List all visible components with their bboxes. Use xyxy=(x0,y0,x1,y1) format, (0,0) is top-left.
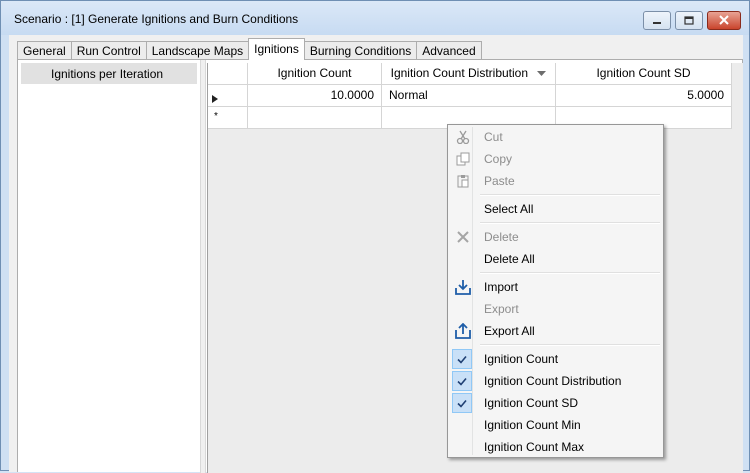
paste-icon xyxy=(453,171,473,191)
cell-ignition-count-distribution[interactable]: Normal xyxy=(382,85,556,107)
menu-item-delete[interactable]: Delete xyxy=(450,226,661,248)
column-header-label: Ignition Count xyxy=(277,66,352,80)
export-icon xyxy=(453,321,473,341)
menu-separator xyxy=(480,272,660,274)
new-row-header[interactable]: * xyxy=(208,107,248,129)
menu-item-copy[interactable]: Copy xyxy=(450,148,661,170)
menu-item-paste[interactable]: Paste xyxy=(450,170,661,192)
scissors-icon xyxy=(453,127,473,147)
tab-landscape-maps[interactable]: Landscape Maps xyxy=(145,41,250,60)
cell-value: 10.0000 xyxy=(330,88,374,102)
menu-item-label: Ignition Count xyxy=(484,352,559,366)
menu-item-label: Delete All xyxy=(484,252,535,266)
close-button[interactable] xyxy=(707,11,741,30)
menu-item-column-ignition-count-distribution[interactable]: Ignition Count Distribution xyxy=(450,370,661,392)
menu-item-cut[interactable]: Cut xyxy=(450,126,661,148)
sort-dropdown-icon[interactable] xyxy=(537,63,547,84)
menu-item-delete-all[interactable]: Delete All xyxy=(450,248,661,270)
column-header-label: Ignition Count Distribution xyxy=(390,66,529,80)
menu-item-label: Ignition Count Min xyxy=(484,418,581,432)
menu-item-label: Import xyxy=(484,280,519,294)
menu-item-export[interactable]: Export xyxy=(450,298,661,320)
checkmark-icon xyxy=(452,393,472,413)
copy-icon xyxy=(453,149,473,169)
menu-item-label: Export All xyxy=(484,324,535,338)
tab-strip: General Run Control Landscape Maps Ignit… xyxy=(17,38,482,60)
grid-corner-header[interactable] xyxy=(208,63,248,85)
menu-item-label: Export xyxy=(484,302,519,316)
menu-separator xyxy=(480,194,660,196)
new-row-cell-ignition-count[interactable] xyxy=(248,107,382,129)
tab-burning-conditions[interactable]: Burning Conditions xyxy=(303,41,418,60)
title-bar[interactable]: Scenario : [1] Generate Ignitions and Bu… xyxy=(1,1,749,35)
context-menu: Cut Copy Paste Select All Delete Delete … xyxy=(447,124,664,458)
menu-item-label: Paste xyxy=(484,174,515,188)
column-header-ignition-count-sd[interactable]: Ignition Count SD xyxy=(556,63,732,85)
menu-separator xyxy=(480,222,660,224)
left-list-item-label: Ignitions per Iteration xyxy=(51,67,164,81)
delete-x-icon xyxy=(453,227,473,247)
close-icon xyxy=(719,14,729,28)
column-header-ignition-count-distribution[interactable]: Ignition Count Distribution xyxy=(382,63,556,85)
menu-item-export-all[interactable]: Export All xyxy=(450,320,661,342)
cell-value: Normal xyxy=(389,88,428,102)
current-row-arrow-icon xyxy=(212,92,218,106)
checkmark-icon xyxy=(452,349,472,369)
menu-item-label: Delete xyxy=(484,230,519,244)
menu-item-label: Ignition Count Max xyxy=(484,440,585,454)
menu-item-label: Cut xyxy=(484,130,503,144)
minimize-icon xyxy=(652,14,662,28)
menu-item-column-ignition-count-min[interactable]: Ignition Count Min xyxy=(450,414,661,436)
menu-item-label: Ignition Count SD xyxy=(484,396,579,410)
cell-value: 5.0000 xyxy=(687,88,724,102)
left-list-item-ignitions-per-iteration[interactable]: Ignitions per Iteration xyxy=(21,63,197,84)
import-icon xyxy=(453,277,473,297)
menu-item-column-ignition-count-max[interactable]: Ignition Count Max xyxy=(450,436,661,458)
menu-item-select-all[interactable]: Select All xyxy=(450,198,661,220)
tab-general[interactable]: General xyxy=(17,41,72,60)
minimize-button[interactable] xyxy=(643,11,671,30)
checkmark-icon xyxy=(452,371,472,391)
window-title: Scenario : [1] Generate Ignitions and Bu… xyxy=(14,12,299,26)
new-row-marker: * xyxy=(214,111,218,122)
column-header-label: Ignition Count SD xyxy=(596,66,691,80)
menu-item-column-ignition-count[interactable]: Ignition Count xyxy=(450,348,661,370)
tab-ignitions[interactable]: Ignitions xyxy=(248,38,305,60)
maximize-icon xyxy=(684,14,694,28)
menu-item-label: Select All xyxy=(484,202,534,216)
cell-ignition-count[interactable]: 10.0000 xyxy=(248,85,382,107)
menu-item-column-ignition-count-sd[interactable]: Ignition Count SD xyxy=(450,392,661,414)
menu-item-import[interactable]: Import xyxy=(450,276,661,298)
splitter[interactable] xyxy=(200,60,206,473)
row-header[interactable] xyxy=(208,85,248,107)
menu-separator xyxy=(480,344,660,346)
tab-advanced[interactable]: Advanced xyxy=(416,41,482,60)
menu-item-label: Copy xyxy=(484,152,513,166)
cell-ignition-count-sd[interactable]: 5.0000 xyxy=(556,85,732,107)
column-header-ignition-count[interactable]: Ignition Count xyxy=(248,63,382,85)
maximize-button[interactable] xyxy=(675,11,703,30)
menu-item-label: Ignition Count Distribution xyxy=(484,374,622,388)
tab-run-control[interactable]: Run Control xyxy=(70,41,147,60)
